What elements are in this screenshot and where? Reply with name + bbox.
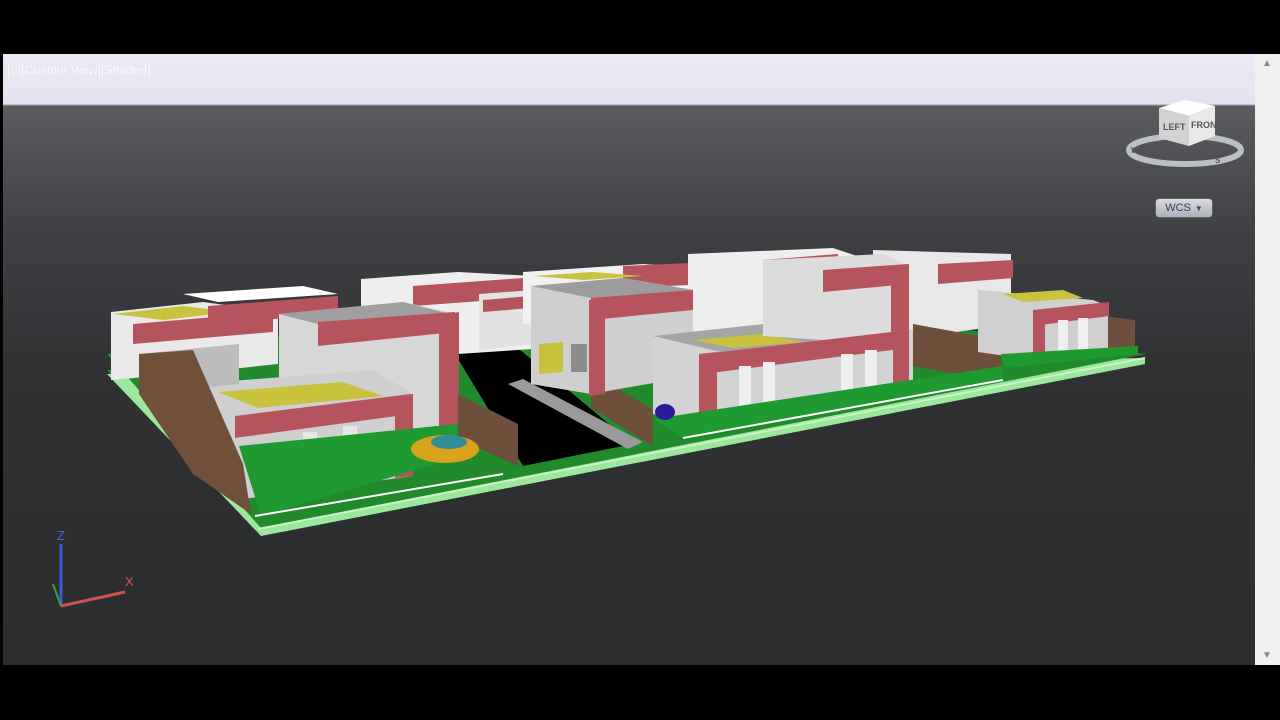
yellow-car xyxy=(411,435,479,463)
bottom-letterbox xyxy=(0,665,1280,720)
3d-scene xyxy=(107,248,1146,536)
ucs-x-label: X xyxy=(125,574,134,589)
scroll-up-icon[interactable]: ▲ xyxy=(1262,58,1272,69)
chevron-down-icon: ▼ xyxy=(1194,203,1203,213)
wcs-label: WCS xyxy=(1165,202,1191,214)
viewcube[interactable]: LEFT FRONT W S xyxy=(1123,94,1247,174)
viewcube-left-face[interactable]: LEFT xyxy=(1163,122,1186,132)
top-letterbox xyxy=(0,0,1280,54)
ucs-icon: Z X xyxy=(43,524,153,614)
viewcube-front-face[interactable]: FRONT xyxy=(1191,120,1222,130)
wcs-dropdown[interactable]: WCS ▼ xyxy=(1156,199,1212,217)
compass-south-label: S xyxy=(1215,156,1221,165)
blue-car xyxy=(655,404,675,420)
house-right-upper xyxy=(763,254,909,340)
compass-west-label: W xyxy=(1131,146,1139,155)
vertical-scrollbar[interactable]: ▲ ▼ xyxy=(1255,54,1280,665)
ucs-z-label: Z xyxy=(57,528,65,543)
scroll-down-icon[interactable]: ▼ xyxy=(1262,650,1272,661)
3d-viewport[interactable]: [−][Custom View][Shaded] LEFT FRONT W S … xyxy=(3,54,1255,665)
